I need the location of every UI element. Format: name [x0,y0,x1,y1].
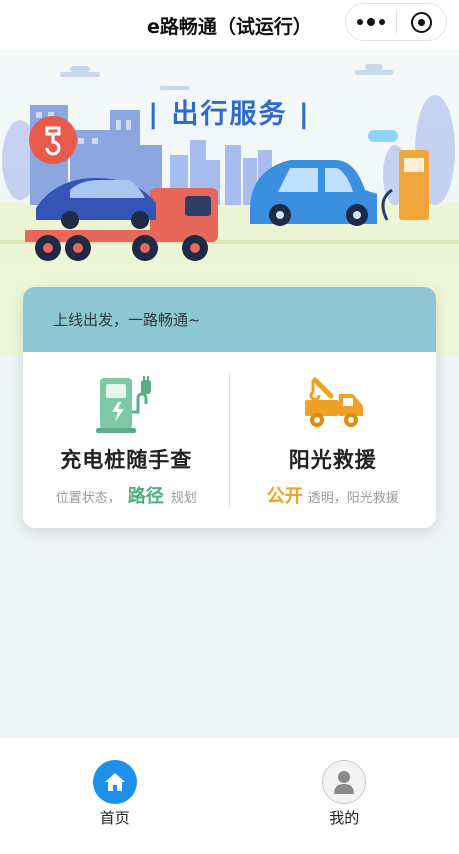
charging-station-entry[interactable]: 充电桩随手查 位置状态， 路径 规划 [23,352,230,528]
user-icon [322,760,367,804]
charging-station-subtitle: 位置状态， 路径 规划 [55,486,197,507]
top-navigation-bar: e路畅通（试运行） [0,0,459,50]
charging-station-title: 充电桩随手查 [60,448,193,472]
page-title: e路畅通（试运行） [147,15,312,38]
sunshine-rescue-entry[interactable]: 阳光救援 公开 透明，阳光救援 [230,352,437,528]
charging-station-icon [96,376,152,433]
tab-mine[interactable]: 我的 [230,738,459,854]
bottom-tab-bar: 首页 我的 [0,737,459,854]
service-card: 上线出发，一路畅通~ 充电桩随手查 位置状态， 路径 规划 阳光救援 公开 透明… [23,287,436,528]
banner-title: | 出行服务 | [148,99,311,130]
sunshine-rescue-subtitle: 公开 透明，阳光救援 [266,486,399,507]
mini-program-capsule [345,3,447,41]
sunshine-rescue-title: 阳光救援 [288,448,377,472]
tab-home-label: 首页 [99,809,130,827]
tow-truck-icon [304,377,363,427]
tab-mine-label: 我的 [329,809,360,827]
more-dots-icon[interactable] [346,4,396,40]
tab-home[interactable]: 首页 [0,738,230,854]
target-circle-icon[interactable] [397,4,446,40]
home-icon [92,760,137,804]
card-body: 充电桩随手查 位置状态， 路径 规划 阳光救援 公开 透明，阳光救援 [23,352,436,528]
card-header: 上线出发，一路畅通~ [23,287,436,352]
